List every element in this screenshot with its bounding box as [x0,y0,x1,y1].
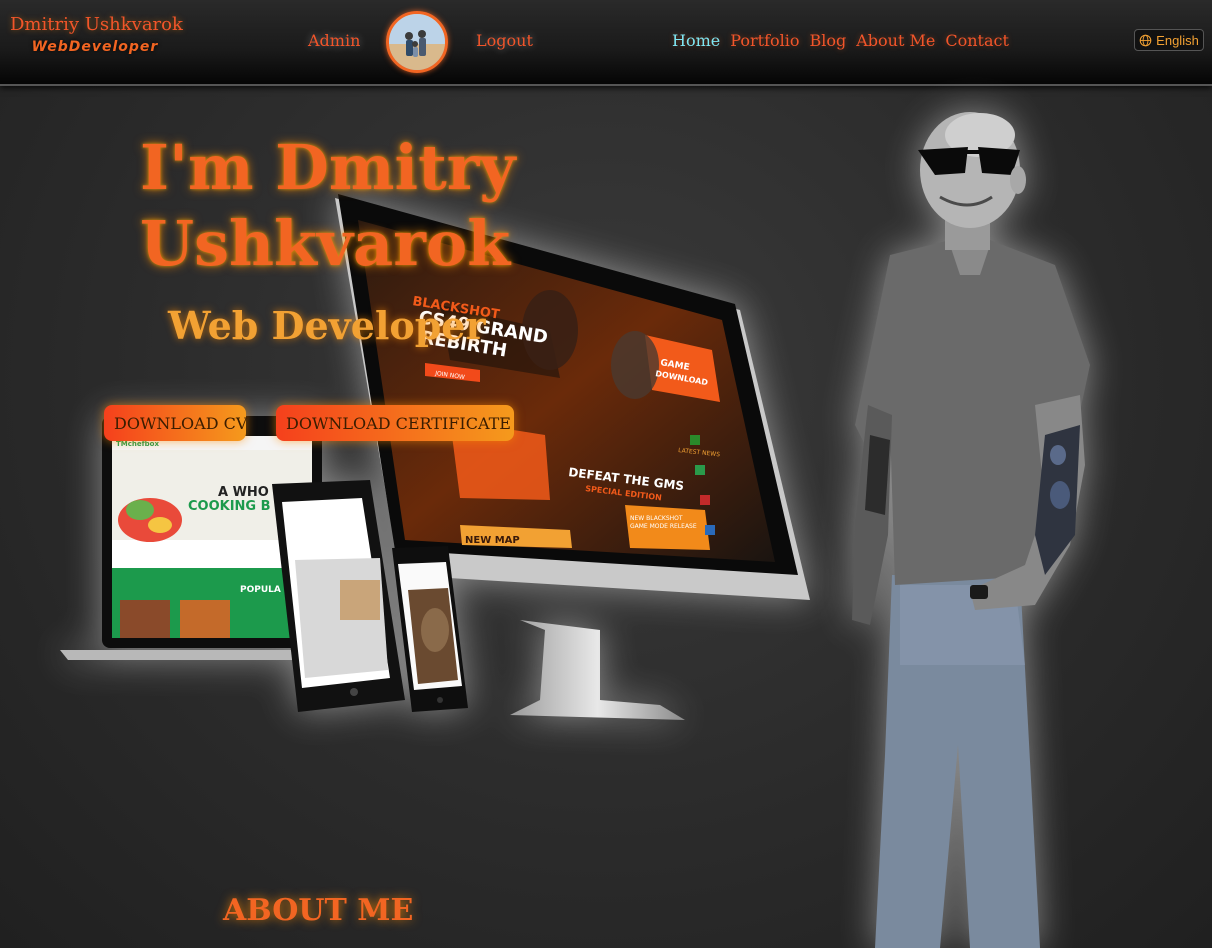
nav-home[interactable]: Home [672,31,720,50]
release-line-1: NEW BLACKSHOT [630,515,683,522]
about-me-heading: ABOUT ME [223,893,414,928]
avatar-photo [389,14,445,70]
nav-about-me[interactable]: About Me [856,31,935,50]
brand-name: Dmitriy Ushkvarok [10,14,183,35]
hero-title: I'm Dmitry Ushkvarok [140,130,515,282]
laptop-headline-2: COOKING B [188,499,271,514]
download-cv-button[interactable]: DOWNLOAD CV [104,405,247,441]
hero-title-line-2: Ushkvarok [140,207,511,280]
top-navbar: Dmitriy Ushkvarok WebDeveloper Admin Log… [0,0,1212,86]
laptop-headline-1: A WHO [218,485,269,500]
brand-logo[interactable]: Dmitriy Ushkvarok WebDeveloper [10,14,183,55]
page: Dmitriy Ushkvarok WebDeveloper Admin Log… [0,0,1212,948]
nav-portfolio[interactable]: Portfolio [730,31,799,50]
release-line-2: GAME MODE RELEASE [630,523,697,530]
hero-title-line-1: I'm Dmitry [140,131,516,204]
nav-contact[interactable]: Contact [945,31,1009,50]
laptop-popular: POPULA [240,585,281,595]
language-selector[interactable]: English [1134,29,1204,51]
brand-role: WebDeveloper [31,39,159,55]
logout-link[interactable]: Logout [476,31,533,50]
nav-blog[interactable]: Blog [809,31,846,50]
tablet [272,480,405,712]
admin-link[interactable]: Admin [308,31,360,50]
monitor-stand [510,620,685,720]
download-certificate-button[interactable]: DOWNLOAD CERTIFICATE [276,405,514,441]
laptop-site-name: TMchefbox [116,440,159,448]
globe-icon [1139,34,1152,46]
language-label: English [1156,32,1199,48]
new-map-label: NEW MAP [465,535,520,546]
user-avatar[interactable] [386,11,448,73]
hero-subtitle: Web Developer [168,303,486,348]
main-nav: Home Portfolio Blog About Me Contact [672,31,1009,50]
developer-photo [852,112,1090,948]
